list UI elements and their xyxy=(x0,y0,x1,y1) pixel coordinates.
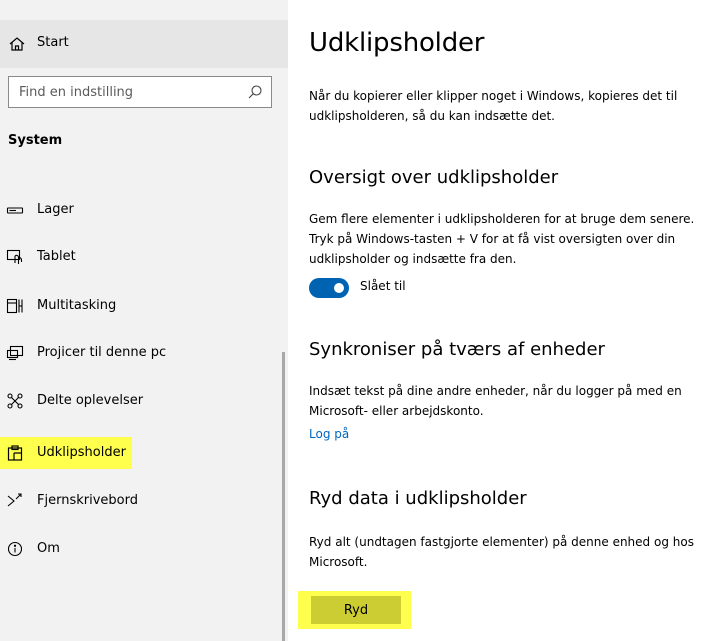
sidebar-item-label: Lager xyxy=(37,202,74,217)
sidebar-item-label: Delte oplevelser xyxy=(37,393,144,408)
sidebar-item-projicer[interactable]: Projicer til denne pc xyxy=(0,337,288,369)
sidebar-item-label: Start xyxy=(37,35,69,50)
sidebar-item-tablet[interactable]: Tablet xyxy=(0,241,288,273)
sync-description: Indsæt tekst på dine andre enheder, når … xyxy=(309,384,682,418)
toggle-label: Slået til xyxy=(360,279,406,293)
sync-heading: Synkroniser på tværs af enheder xyxy=(309,339,605,360)
home-icon xyxy=(8,35,26,53)
sidebar-item-delte-oplevelser[interactable]: Delte oplevelser xyxy=(0,385,288,417)
sidebar: Start System Lager Tablet xyxy=(0,0,288,641)
sidebar-item-fjernskrivebord[interactable]: Fjernskrivebord xyxy=(0,485,288,517)
page-title: Udklipsholder xyxy=(309,28,485,58)
sidebar-item-label: Tablet xyxy=(37,249,76,264)
search-input[interactable] xyxy=(19,83,239,101)
clear-heading: Ryd data i udklipsholder xyxy=(309,488,527,509)
sign-in-link[interactable]: Log på xyxy=(309,427,349,441)
search-box xyxy=(8,76,272,108)
sidebar-item-label: Om xyxy=(37,541,60,556)
multitasking-icon xyxy=(6,297,24,315)
toggle-knob xyxy=(334,283,344,293)
sidebar-scrollbar[interactable] xyxy=(282,352,285,641)
sidebar-item-start[interactable]: Start xyxy=(0,20,288,68)
sidebar-item-multitasking[interactable]: Multitasking xyxy=(0,290,288,322)
clear-button[interactable]: Ryd xyxy=(298,591,411,629)
tablet-icon xyxy=(6,248,24,266)
section-title: System xyxy=(8,133,63,148)
clipboard-icon xyxy=(6,444,24,462)
sidebar-item-udklipsholder[interactable]: Udklipsholder xyxy=(0,437,288,469)
project-icon xyxy=(6,344,24,362)
shared-experiences-icon xyxy=(6,392,24,410)
sidebar-item-label: Fjernskrivebord xyxy=(37,493,138,508)
history-description: Gem flere elementer i udklipsholderen fo… xyxy=(309,212,695,266)
sidebar-item-label: Multitasking xyxy=(37,298,117,313)
sidebar-item-label: Udklipsholder xyxy=(37,445,126,460)
storage-icon xyxy=(6,201,24,219)
clear-description: Ryd alt (undtagen fastgjorte elementer) … xyxy=(309,535,694,569)
sidebar-item-lager[interactable]: Lager xyxy=(0,194,288,226)
history-heading: Oversigt over udklipsholder xyxy=(309,167,559,188)
info-icon xyxy=(6,540,24,558)
sidebar-item-om[interactable]: Om xyxy=(0,533,288,565)
sidebar-item-label: Projicer til denne pc xyxy=(37,345,167,360)
clear-button-label: Ryd xyxy=(311,596,401,624)
search-icon[interactable] xyxy=(247,84,263,100)
remote-desktop-icon xyxy=(6,492,24,510)
intro-text: Når du kopierer eller klipper noget i Wi… xyxy=(309,89,678,123)
history-toggle[interactable] xyxy=(309,278,349,298)
